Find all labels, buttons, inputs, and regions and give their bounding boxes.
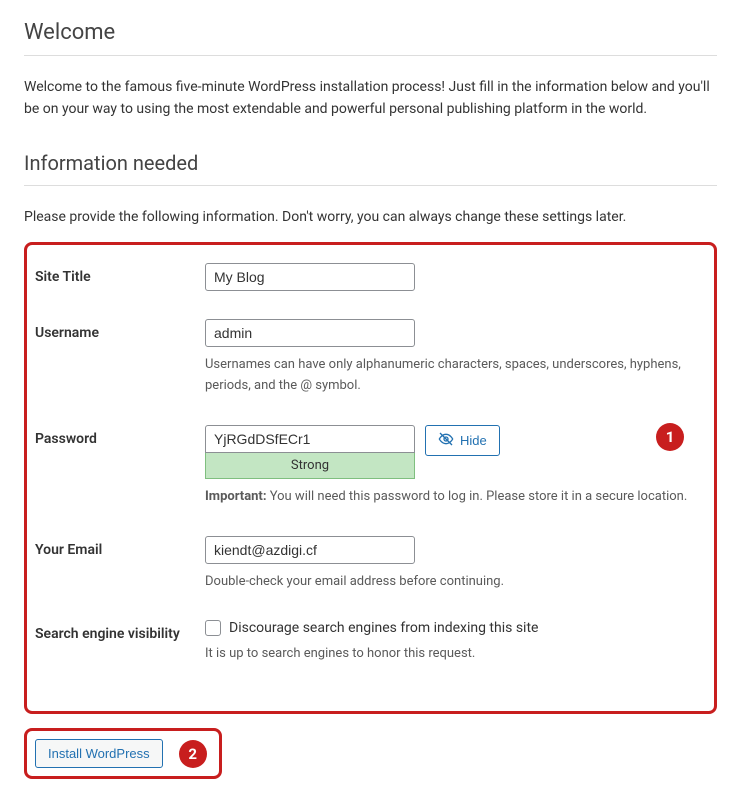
- install-wordpress-button[interactable]: Install WordPress: [35, 739, 163, 768]
- username-help: Usernames can have only alphanumeric cha…: [205, 355, 698, 397]
- annotation-badge-1: 1: [656, 423, 684, 451]
- info-heading: Information needed: [24, 151, 717, 175]
- email-label: Your Email: [35, 536, 205, 558]
- email-input[interactable]: [205, 536, 415, 564]
- password-important: Important: You will need this password t…: [205, 487, 698, 508]
- password-strength: Strong: [205, 453, 415, 479]
- eye-slash-icon: [438, 431, 454, 450]
- password-input[interactable]: [205, 425, 415, 453]
- search-visibility-label: Search engine visibility: [35, 620, 205, 642]
- site-title-label: Site Title: [35, 263, 205, 285]
- search-visibility-help: It is up to search engines to honor this…: [205, 644, 698, 665]
- hide-password-button[interactable]: Hide: [425, 425, 500, 456]
- welcome-heading: Welcome: [24, 20, 717, 45]
- username-label: Username: [35, 319, 205, 341]
- email-help: Double-check your email address before c…: [205, 572, 698, 593]
- divider: [24, 185, 717, 186]
- welcome-intro: Welcome to the famous five-minute WordPr…: [24, 76, 717, 121]
- divider: [24, 55, 717, 56]
- hide-button-label: Hide: [460, 433, 487, 448]
- form-container: Site Title Username Usernames can have o…: [24, 242, 717, 714]
- username-input[interactable]: [205, 319, 415, 347]
- annotation-badge-2: 2: [179, 740, 207, 768]
- search-visibility-checkbox-label: Discourage search engines from indexing …: [229, 620, 538, 636]
- password-label: Password: [35, 425, 205, 447]
- search-visibility-checkbox[interactable]: [205, 620, 221, 636]
- site-title-input[interactable]: [205, 263, 415, 291]
- submit-container: Install WordPress 2: [24, 728, 222, 779]
- info-subtext: Please provide the following information…: [24, 206, 717, 228]
